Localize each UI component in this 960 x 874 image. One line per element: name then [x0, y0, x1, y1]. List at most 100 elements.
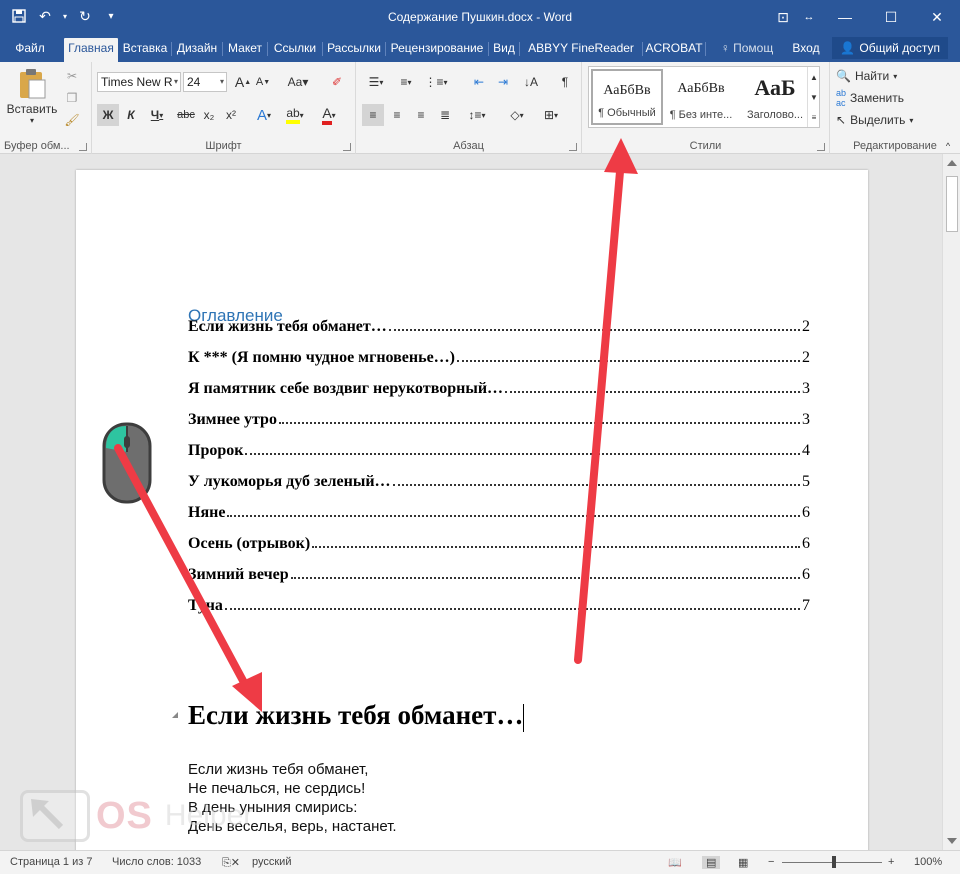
tab-insert[interactable]: Вставка — [120, 38, 170, 62]
style-heading1[interactable]: АаБ Заголово... — [739, 69, 811, 125]
multilevel-list-icon[interactable]: ⋮≡ ▾ — [422, 72, 450, 92]
clear-formatting-icon[interactable]: ✐ — [326, 72, 348, 92]
tab-acrobat[interactable]: ACROBAT — [644, 38, 704, 62]
maximize-button[interactable]: ☐ — [868, 0, 914, 34]
bold-button[interactable]: Ж — [97, 104, 119, 126]
decrease-indent-icon[interactable]: ⇤ — [468, 72, 490, 92]
replace-button[interactable]: ab ac Заменить — [836, 88, 904, 108]
grow-font-button[interactable]: A ▲ — [234, 72, 252, 92]
line-spacing-icon[interactable]: ↕≡ ▾ — [462, 104, 492, 126]
styles-launcher-icon[interactable] — [817, 143, 825, 151]
proofing-icon[interactable]: ⎘✕ — [222, 856, 240, 870]
font-color-icon[interactable]: A ▾ — [314, 104, 344, 126]
zoom-slider-thumb[interactable] — [832, 856, 836, 868]
numbering-icon[interactable]: ≡ ▾ — [392, 72, 420, 92]
highlight-icon[interactable]: ab ▾ — [280, 104, 310, 126]
tab-view[interactable]: Вид — [490, 38, 518, 62]
clipboard-launcher-icon[interactable] — [79, 143, 87, 151]
page-count[interactable]: Страница 1 из 7 — [10, 856, 92, 868]
font-size-combo[interactable]: 24 ▾ — [183, 72, 227, 92]
ribbon-display-icon[interactable]: ⊡ — [770, 0, 796, 34]
cut-icon[interactable]: ✂ — [62, 66, 82, 86]
font-launcher-icon[interactable] — [343, 143, 351, 151]
toc-entry[interactable]: У лукоморья дуб зеленый… 5 — [188, 469, 810, 491]
close-button[interactable]: ✕ — [914, 0, 960, 34]
strikethrough-button[interactable]: abc — [174, 104, 198, 126]
language[interactable]: русский — [252, 856, 291, 868]
toc-entry[interactable]: Няне 6 — [188, 500, 810, 522]
styles-scroll-up-icon[interactable]: ▲ — [807, 67, 820, 87]
text-effects-icon[interactable]: A ▾ — [250, 104, 278, 126]
tab-home[interactable]: Главная — [64, 38, 118, 62]
toc-entry[interactable]: Я памятник себе воздвиг нерукотворный… 3 — [188, 376, 810, 398]
italic-button[interactable]: К — [121, 104, 141, 126]
show-formatting-icon[interactable]: ¶ — [554, 72, 576, 92]
styles-group-label: Стили — [689, 140, 722, 152]
read-mode-icon[interactable]: 📖 — [668, 856, 682, 869]
toc-entry[interactable]: Осень (отрывок) 6 — [188, 531, 810, 553]
style-no-spacing[interactable]: АаБбВв ¶ Без инте... — [665, 69, 737, 125]
align-left-icon[interactable]: ≡ — [362, 104, 384, 126]
toc-entry[interactable]: Пророк 4 — [188, 438, 810, 460]
print-layout-icon[interactable]: ▤ — [702, 856, 721, 869]
toc-entry[interactable]: Зимнее утро 3 — [188, 407, 810, 429]
align-right-icon[interactable]: ≡ — [410, 104, 432, 126]
paragraph-launcher-icon[interactable] — [569, 143, 577, 151]
zoom-in-icon[interactable]: + — [888, 856, 894, 868]
tab-abbyy[interactable]: ABBYY FineReader 12 — [521, 38, 641, 75]
minimize-button[interactable]: — — [822, 0, 868, 34]
copy-icon[interactable]: ❐ — [62, 88, 82, 108]
tab-tell-me[interactable]: ♀ Помощ — [712, 38, 782, 62]
document-page[interactable]: Оглавление Если жизнь тебя обманет… 2 К *… — [76, 170, 868, 870]
scroll-up-arrow-icon[interactable] — [947, 160, 957, 166]
tab-mailings[interactable]: Рассылки — [324, 38, 384, 62]
toc-entry[interactable]: К *** (Я помню чудное мгновенье…) 2 — [188, 345, 810, 367]
subscript-button[interactable]: x₂ — [198, 104, 220, 126]
paste-button[interactable]: Вставить ▾ — [6, 66, 58, 126]
shading-icon[interactable]: ◇ ▾ — [502, 104, 532, 126]
tab-review[interactable]: Рецензирование — [387, 38, 487, 62]
find-button[interactable]: 🔍 Найти ▾ — [836, 66, 897, 86]
increase-indent-icon[interactable]: ⇥ — [492, 72, 514, 92]
shrink-font-button[interactable]: A ▼ — [254, 72, 272, 92]
web-layout-icon[interactable]: ▦ — [738, 856, 748, 869]
word-count[interactable]: Число слов: 1033 — [112, 856, 201, 868]
zoom-out-icon[interactable]: − — [768, 856, 774, 868]
underline-button[interactable]: Ч ▾ — [143, 104, 171, 126]
sign-in-link[interactable]: Вход — [788, 38, 824, 62]
format-painter-icon[interactable]: 🖌 — [62, 110, 82, 130]
font-name-combo[interactable]: Times New R ▾ — [97, 72, 181, 92]
resize-icon[interactable]: ↔ — [796, 0, 822, 34]
share-button[interactable]: 👤 Общий доступ — [832, 37, 948, 59]
paste-label: Вставить — [6, 101, 58, 116]
change-case-button[interactable]: Aa ▾ — [284, 72, 312, 92]
poem-line: Если жизнь тебя обманет, — [188, 761, 369, 778]
select-button[interactable]: ↖ Выделить ▾ — [836, 110, 913, 130]
bullets-icon[interactable]: ☰ ▾ — [362, 72, 390, 92]
superscript-button[interactable]: x² — [220, 104, 242, 126]
chevron-down-icon: ▾ — [173, 77, 178, 86]
align-center-icon[interactable]: ≡ — [386, 104, 408, 126]
collapse-ribbon-icon[interactable]: ^ — [942, 140, 954, 152]
sort-icon[interactable]: ↓A — [520, 72, 542, 92]
tab-file[interactable]: Файл — [8, 38, 52, 62]
collapse-heading-icon[interactable] — [172, 712, 178, 718]
vertical-scrollbar[interactable] — [942, 154, 960, 850]
tab-design[interactable]: Дизайн — [173, 38, 221, 62]
toc-entry[interactable]: Туча 7 — [188, 593, 810, 615]
select-label: Выделить — [850, 113, 906, 127]
scroll-down-arrow-icon[interactable] — [947, 838, 957, 844]
styles-more-icon[interactable]: ≡ — [807, 107, 820, 127]
tab-references[interactable]: Ссылки — [269, 38, 321, 62]
scroll-thumb[interactable] — [946, 176, 958, 232]
toc-entry[interactable]: Если жизнь тебя обманет… 2 — [188, 314, 810, 336]
zoom-level[interactable]: 100% — [914, 856, 942, 868]
editing-group-label: Редактирование — [853, 140, 937, 152]
toc-entry-title: Зимнее утро — [188, 411, 277, 428]
tab-layout[interactable]: Макет — [224, 38, 266, 62]
borders-icon[interactable]: ⊞ ▾ — [536, 104, 566, 126]
styles-scroll-down-icon[interactable]: ▼ — [807, 87, 820, 107]
style-normal[interactable]: АаБбВв ¶ Обычный — [591, 69, 663, 125]
toc-entry[interactable]: Зимний вечер 6 — [188, 562, 810, 584]
justify-icon[interactable]: ≣ — [434, 104, 456, 126]
